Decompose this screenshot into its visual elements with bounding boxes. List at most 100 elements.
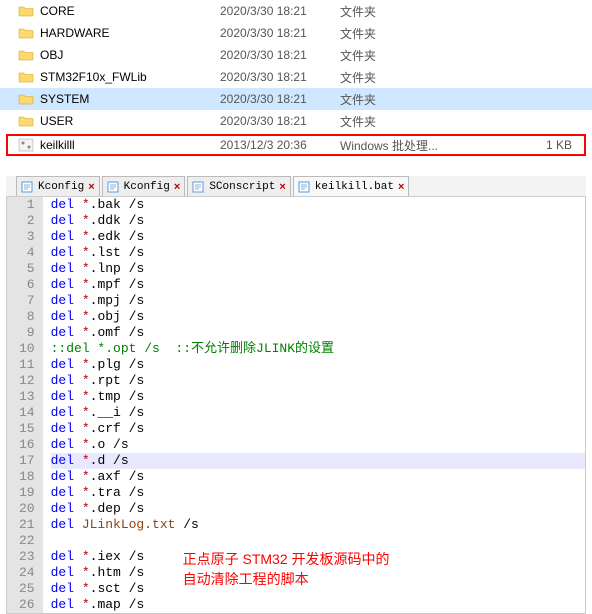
line-number: 18 bbox=[19, 469, 35, 485]
code-line[interactable]: del *.d /s bbox=[51, 453, 585, 469]
code-editor[interactable]: 1234567891011121314151617181920212223242… bbox=[6, 197, 586, 614]
code-line[interactable]: del *.tra /s bbox=[51, 485, 585, 501]
code-line[interactable]: del *.bak /s bbox=[51, 197, 585, 213]
file-name: keilkilll bbox=[40, 138, 220, 152]
line-number: 1 bbox=[19, 197, 35, 213]
line-gutter: 1234567891011121314151617181920212223242… bbox=[7, 197, 43, 613]
tab-label: Kconfig bbox=[38, 181, 84, 193]
file-type: 文件夹 bbox=[340, 113, 450, 130]
file-row[interactable]: keilkilll2013/12/3 20:36Windows 批处理...1 … bbox=[6, 134, 586, 156]
file-type: 文件夹 bbox=[340, 47, 450, 64]
file-row[interactable]: STM32F10x_FWLib2020/3/30 18:21文件夹 bbox=[0, 66, 592, 88]
code-line[interactable]: del *.omf /s bbox=[51, 325, 585, 341]
line-number: 4 bbox=[19, 245, 35, 261]
line-number: 12 bbox=[19, 373, 35, 389]
code-line[interactable]: del *.lnp /s bbox=[51, 261, 585, 277]
file-row[interactable]: OBJ2020/3/30 18:21文件夹 bbox=[0, 44, 592, 66]
code-line[interactable]: del *.tmp /s bbox=[51, 389, 585, 405]
tab-label: SConscript bbox=[209, 181, 275, 193]
file-date: 2020/3/30 18:21 bbox=[220, 26, 340, 40]
file-date: 2013/12/3 20:36 bbox=[220, 138, 340, 152]
file-name: OBJ bbox=[40, 48, 220, 62]
close-icon[interactable]: × bbox=[279, 181, 285, 193]
line-number: 8 bbox=[19, 309, 35, 325]
file-date: 2020/3/30 18:21 bbox=[220, 114, 340, 128]
code-line[interactable]: del *.__i /s bbox=[51, 405, 585, 421]
code-line[interactable]: del JLinkLog.txt /s bbox=[51, 517, 585, 533]
line-number: 21 bbox=[19, 517, 35, 533]
file-icon bbox=[21, 181, 35, 193]
file-size: 1 KB bbox=[450, 138, 584, 152]
code-line[interactable]: del *.o /s bbox=[51, 437, 585, 453]
line-number: 7 bbox=[19, 293, 35, 309]
code-line[interactable]: del *.mpj /s bbox=[51, 293, 585, 309]
editor-tab[interactable]: Kconfig × bbox=[102, 176, 186, 196]
file-row[interactable]: CORE2020/3/30 18:21文件夹 bbox=[0, 0, 592, 22]
file-name: CORE bbox=[40, 4, 220, 18]
editor-tab[interactable]: keilkill.bat × bbox=[293, 176, 410, 196]
file-type: 文件夹 bbox=[340, 91, 450, 108]
line-number: 13 bbox=[19, 389, 35, 405]
code-line[interactable] bbox=[51, 533, 585, 549]
file-icon bbox=[192, 181, 206, 193]
code-line[interactable]: del *.crf /s bbox=[51, 421, 585, 437]
code-line[interactable]: del *.lst /s bbox=[51, 245, 585, 261]
line-number: 26 bbox=[19, 597, 35, 613]
tab-label: keilkill.bat bbox=[315, 181, 394, 193]
file-type: 文件夹 bbox=[340, 69, 450, 86]
folder-icon bbox=[18, 48, 34, 62]
file-name: USER bbox=[40, 114, 220, 128]
file-date: 2020/3/30 18:21 bbox=[220, 70, 340, 84]
file-name: STM32F10x_FWLib bbox=[40, 70, 220, 84]
file-type: 文件夹 bbox=[340, 3, 450, 20]
line-number: 6 bbox=[19, 277, 35, 293]
file-row[interactable]: HARDWARE2020/3/30 18:21文件夹 bbox=[0, 22, 592, 44]
code-area[interactable]: 正点原子 STM32 开发板源码中的 自动清除工程的脚本 del *.bak /… bbox=[43, 197, 585, 613]
close-icon[interactable]: × bbox=[398, 181, 404, 193]
line-number: 14 bbox=[19, 405, 35, 421]
code-line[interactable]: del *.rpt /s bbox=[51, 373, 585, 389]
line-number: 9 bbox=[19, 325, 35, 341]
line-number: 25 bbox=[19, 581, 35, 597]
line-number: 23 bbox=[19, 549, 35, 565]
close-icon[interactable]: × bbox=[88, 181, 94, 193]
line-number: 2 bbox=[19, 213, 35, 229]
line-number: 10 bbox=[19, 341, 35, 357]
folder-icon bbox=[18, 70, 34, 84]
line-number: 5 bbox=[19, 261, 35, 277]
folder-icon bbox=[18, 26, 34, 40]
file-row[interactable]: USER2020/3/30 18:21文件夹 bbox=[0, 110, 592, 132]
code-line[interactable]: del *.mpf /s bbox=[51, 277, 585, 293]
file-date: 2020/3/30 18:21 bbox=[220, 48, 340, 62]
code-line[interactable]: del *.dep /s bbox=[51, 501, 585, 517]
bat-file-icon bbox=[18, 138, 34, 152]
tab-label: Kconfig bbox=[124, 181, 170, 193]
close-icon[interactable]: × bbox=[174, 181, 180, 193]
folder-icon bbox=[18, 92, 34, 106]
line-number: 20 bbox=[19, 501, 35, 517]
code-line[interactable]: del *.axf /s bbox=[51, 469, 585, 485]
file-name: HARDWARE bbox=[40, 26, 220, 40]
line-number: 11 bbox=[19, 357, 35, 373]
line-number: 15 bbox=[19, 421, 35, 437]
editor-tabs: Kconfig × Kconfig × SConscript × keilkill.bat × bbox=[6, 176, 586, 197]
file-date: 2020/3/30 18:21 bbox=[220, 4, 340, 18]
file-row[interactable]: SYSTEM2020/3/30 18:21文件夹 bbox=[0, 88, 592, 110]
file-list: CORE2020/3/30 18:21文件夹HARDWARE2020/3/30 … bbox=[0, 0, 592, 156]
folder-icon bbox=[18, 4, 34, 18]
code-line[interactable]: del *.plg /s bbox=[51, 357, 585, 373]
code-line[interactable]: del *.map /s bbox=[51, 597, 585, 613]
line-number: 19 bbox=[19, 485, 35, 501]
code-line[interactable]: ::del *.opt /s ::不允许删除JLINK的设置 bbox=[51, 341, 585, 357]
line-number: 17 bbox=[19, 453, 35, 469]
code-line[interactable]: del *.obj /s bbox=[51, 309, 585, 325]
editor-tab[interactable]: SConscript × bbox=[187, 176, 290, 196]
editor-tab[interactable]: Kconfig × bbox=[16, 176, 100, 196]
line-number: 22 bbox=[19, 533, 35, 549]
line-number: 24 bbox=[19, 565, 35, 581]
code-line[interactable]: del *.ddk /s bbox=[51, 213, 585, 229]
file-date: 2020/3/30 18:21 bbox=[220, 92, 340, 106]
file-icon bbox=[298, 181, 312, 193]
line-number: 16 bbox=[19, 437, 35, 453]
code-line[interactable]: del *.edk /s bbox=[51, 229, 585, 245]
